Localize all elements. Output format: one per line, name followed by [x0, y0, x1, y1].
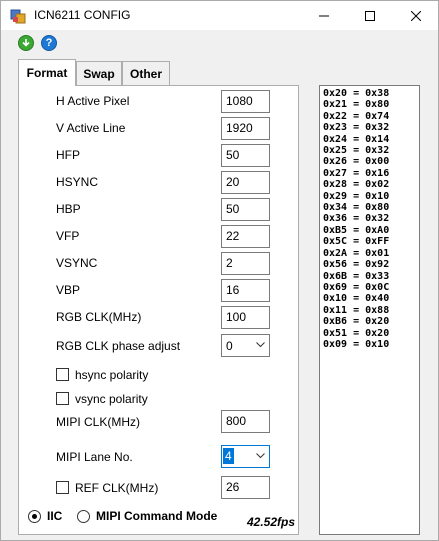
register-list[interactable]: 0x20 = 0x38 0x21 = 0x80 0x22 = 0x74 0x23 = …: [319, 85, 420, 535]
register-line: 0x20 = 0x38: [323, 88, 390, 99]
register-line: 0x22 = 0x74: [323, 110, 390, 122]
vsync-label: VSYNC: [56, 256, 98, 270]
download-button[interactable]: [18, 35, 34, 51]
vsync-input[interactable]: 2: [221, 252, 270, 275]
fps-readout: 42.52fps: [247, 515, 296, 529]
register-line: 0x25 = 0x32: [323, 145, 390, 157]
tab-format[interactable]: Format: [18, 59, 76, 86]
v-active-line-label: V Active Line: [56, 121, 126, 135]
v-active-line-input[interactable]: 1920: [221, 117, 270, 140]
toolbar: ?: [1, 30, 438, 56]
format-panel: H Active Pixel 1080 V Active Line 1920 H…: [18, 85, 299, 535]
register-line: 0x34 = 0x80: [323, 202, 390, 214]
register-line: 0x51 = 0x20: [323, 327, 390, 339]
ref-clk-label: REF CLK(MHz): [75, 481, 159, 495]
rgb-clk-input[interactable]: 100: [221, 306, 270, 329]
h-active-pixel-label: H Active Pixel: [56, 94, 130, 108]
register-line: 0x29 = 0x10: [323, 190, 390, 202]
maximize-icon: [365, 10, 375, 21]
mipi-lane-label: MIPI Lane No.: [56, 450, 133, 464]
register-line: 0x21 = 0x80: [323, 99, 390, 111]
app-icon: [10, 9, 26, 24]
register-line: 0x69 = 0x0C: [323, 281, 390, 293]
iic-label: IIC: [47, 509, 63, 523]
hfp-label: HFP: [56, 148, 80, 162]
ref-clk-input[interactable]: 26: [221, 476, 270, 499]
register-line: 0x28 = 0x02: [323, 179, 390, 191]
register-line: 0xB6 = 0x20: [323, 316, 390, 328]
register-line: 0x10 = 0x40: [323, 293, 390, 305]
mipi-command-mode-label: MIPI Command Mode: [96, 509, 218, 523]
chevron-down-icon: [256, 342, 265, 348]
hsync-input[interactable]: 20: [221, 171, 270, 194]
register-line: 0x56 = 0x92: [323, 259, 390, 271]
hsync-polarity-checkbox[interactable]: [56, 368, 69, 381]
close-button[interactable]: [393, 1, 439, 30]
mipi-lane-value: 4: [223, 448, 234, 464]
vsync-polarity-checkbox[interactable]: [56, 392, 69, 405]
mipi-lane-select[interactable]: 4: [221, 445, 270, 468]
close-icon: [411, 10, 421, 21]
hfp-input[interactable]: 50: [221, 144, 270, 167]
register-line: 0x11 = 0x88: [323, 304, 390, 316]
ref-clk-checkbox[interactable]: [56, 481, 69, 494]
register-line: 0x26 = 0x00: [323, 156, 390, 168]
rgb-clk-label: RGB CLK(MHz): [56, 310, 142, 324]
hbp-label: HBP: [56, 202, 81, 216]
help-icon: ?: [45, 37, 53, 49]
window-title: ICN6211 CONFIG: [34, 8, 131, 22]
download-arrow-icon: [22, 39, 30, 47]
help-button[interactable]: ?: [41, 35, 57, 51]
register-line: 0x24 = 0x14: [323, 133, 390, 145]
register-line: 0x23 = 0x32: [323, 122, 390, 134]
vbp-input[interactable]: 16: [221, 279, 270, 302]
minimize-icon: [319, 15, 329, 16]
vsync-polarity-label: vsync polarity: [75, 392, 148, 406]
title-bar: ICN6211 CONFIG: [1, 1, 438, 30]
register-line: 0x5C = 0xFF: [323, 236, 390, 248]
register-line: 0x36 = 0x32: [323, 213, 390, 225]
minimize-button[interactable]: [301, 1, 347, 30]
register-line: 0x27 = 0x16: [323, 167, 390, 179]
hsync-label: HSYNC: [56, 175, 99, 189]
iic-radio[interactable]: [28, 510, 41, 523]
app-window: ICN6211 CONFIG ? Format Swap Other H Act…: [0, 0, 439, 541]
tab-swap[interactable]: Swap: [76, 61, 122, 85]
mipi-command-mode-radio[interactable]: [77, 510, 90, 523]
maximize-button[interactable]: [347, 1, 393, 30]
register-line: 0x6B = 0x33: [323, 270, 390, 282]
hsync-polarity-label: hsync polarity: [75, 368, 149, 382]
tab-other[interactable]: Other: [122, 61, 170, 85]
register-line: 0xB5 = 0xA0: [323, 224, 390, 236]
rgb-phase-label: RGB CLK phase adjust: [56, 339, 181, 353]
vfp-input[interactable]: 22: [221, 225, 270, 248]
hbp-input[interactable]: 50: [221, 198, 270, 221]
vfp-label: VFP: [56, 229, 80, 243]
h-active-pixel-input[interactable]: 1080: [221, 90, 270, 113]
vbp-label: VBP: [56, 283, 81, 297]
register-line: 0x09 = 0x10: [323, 338, 390, 350]
rgb-phase-select[interactable]: 0: [221, 334, 270, 357]
mipi-clk-input[interactable]: 800: [221, 410, 270, 433]
rgb-phase-value: 0: [226, 339, 233, 353]
register-line: 0x2A = 0x01: [323, 247, 390, 259]
chevron-down-icon: [256, 453, 265, 459]
mipi-clk-label: MIPI CLK(MHz): [56, 415, 140, 429]
